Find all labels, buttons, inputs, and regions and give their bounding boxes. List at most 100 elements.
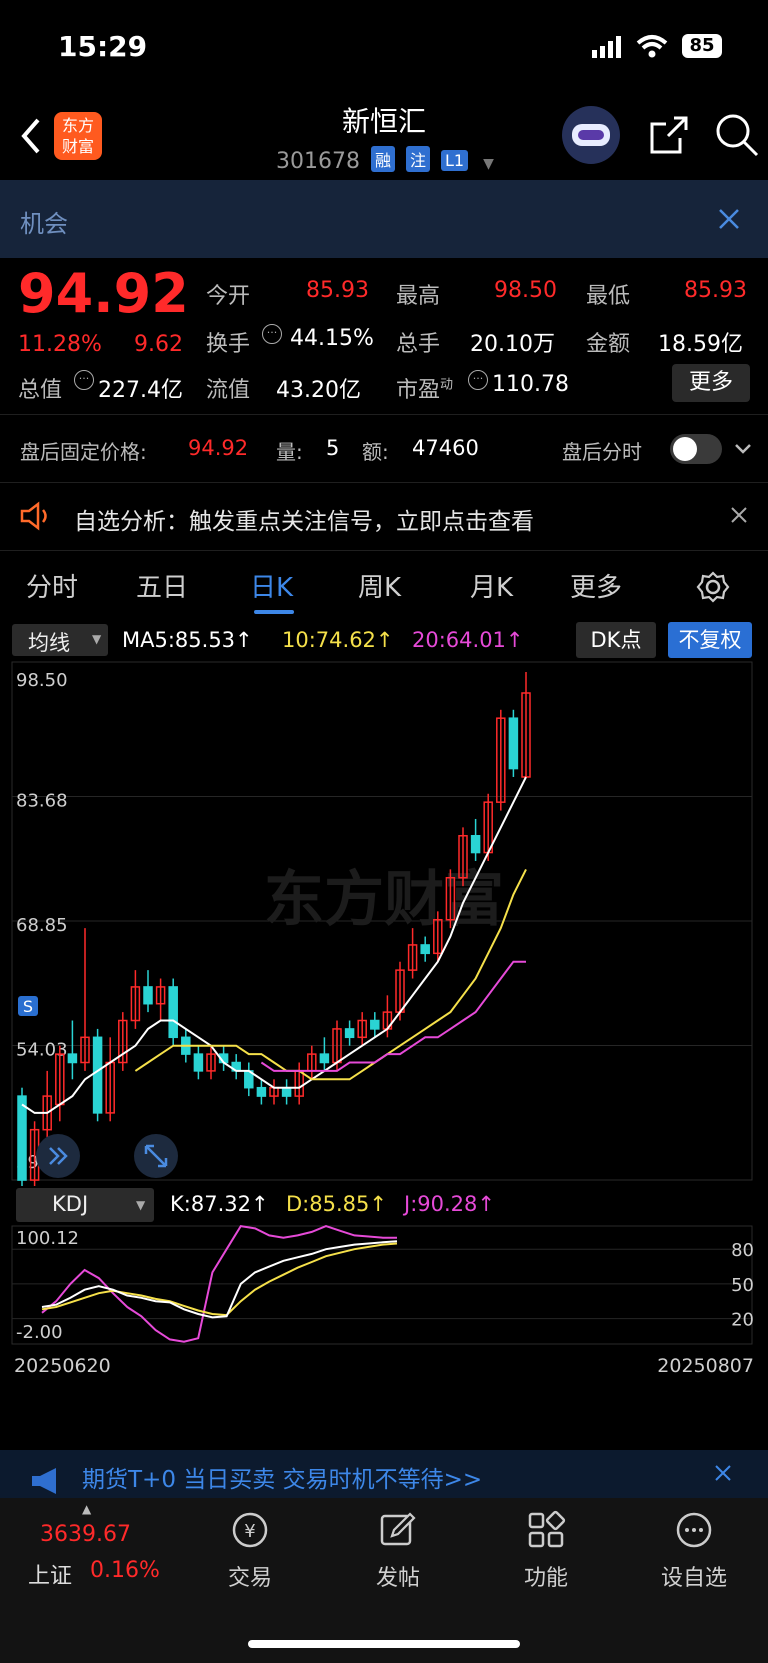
pe-sup: 动 xyxy=(440,377,454,393)
float-cap-value: 43.20亿 xyxy=(276,378,361,403)
tab-intraday[interactable]: 分时 xyxy=(26,567,78,604)
tab-more[interactable]: 更多 xyxy=(570,567,622,604)
nav-function-label: 功能 xyxy=(523,1566,568,1591)
stock-code: 301678 xyxy=(276,149,360,174)
gear-icon[interactable] xyxy=(696,570,730,604)
banner-text: 机会 xyxy=(20,210,68,238)
robot-assistant-icon[interactable] xyxy=(562,106,620,164)
more-button[interactable]: 更多 xyxy=(672,364,750,402)
share-icon[interactable] xyxy=(648,114,690,156)
info-icon[interactable]: ··· xyxy=(262,324,282,344)
tab-daily-k[interactable]: 日K xyxy=(250,567,293,604)
volume-label: 总手 xyxy=(396,332,441,357)
index-name: 上证 xyxy=(28,1564,73,1589)
tag-margin: 融 xyxy=(370,146,395,172)
kdj-k-label: K:87.32↑ xyxy=(170,1192,269,1216)
ma5-label: MA5:85.53↑ xyxy=(122,628,253,652)
price-tick-label: 68.85 xyxy=(16,915,68,936)
info-icon[interactable]: ··· xyxy=(468,370,488,390)
battery-level: 85 xyxy=(689,35,715,56)
kdj-selector-label: KDJ xyxy=(52,1192,89,1216)
pe-value: 110.78 xyxy=(492,372,569,397)
candle-body xyxy=(420,944,430,955)
after-hours-amt-label: 额: xyxy=(362,440,389,464)
function-icon xyxy=(528,1510,566,1548)
candle-body xyxy=(319,1053,330,1064)
volume-value: 20.10万 xyxy=(470,332,555,357)
nav-trade[interactable]: ¥ 交易 xyxy=(200,1510,300,1592)
nav-add-watchlist-label: 设自选 xyxy=(660,1566,727,1591)
nav-trade-label: 交易 xyxy=(227,1566,272,1591)
ma20-label: 20:64.01↑ xyxy=(412,628,524,652)
dropdown-icon[interactable]: ▼ xyxy=(483,156,494,172)
ma10-label: 10:74.62↑ xyxy=(282,628,394,652)
after-hours-toggle[interactable] xyxy=(670,434,722,464)
high-value: 98.50 xyxy=(494,278,557,303)
index-value[interactable]: 3639.67 xyxy=(40,1522,131,1547)
tag-level: L1 xyxy=(441,150,469,171)
nav-post[interactable]: 发帖 xyxy=(348,1510,448,1592)
opportunity-banner[interactable]: 机会 xyxy=(0,180,768,258)
search-icon[interactable] xyxy=(714,112,760,158)
nav-function[interactable]: 功能 xyxy=(496,1510,596,1592)
after-hours-label: 盘后固定价格: xyxy=(20,440,147,464)
more-icon xyxy=(676,1512,712,1548)
after-hours-price: 94.92 xyxy=(188,436,249,460)
price-tick-label: 83.68 xyxy=(16,790,68,811)
indicator-selector[interactable]: 均线 ▼ xyxy=(12,624,108,656)
amount-label: 金额 xyxy=(586,332,631,357)
battery-icon: 85 xyxy=(682,34,722,58)
kdj-selector[interactable]: KDJ ▼ xyxy=(16,1188,154,1222)
close-icon[interactable] xyxy=(718,208,740,230)
after-hours-vol: 5 xyxy=(326,436,340,460)
notice-text[interactable]: 自选分析：触发重点关注信号，立即点击查看 xyxy=(74,502,534,536)
candlestick-chart[interactable]: 98.5083.6868.8554.0339.20东方财富S xyxy=(0,660,768,1186)
price-tick-label: 98.50 xyxy=(16,670,68,691)
close-icon[interactable] xyxy=(714,1464,732,1482)
svg-text:¥: ¥ xyxy=(244,1521,255,1542)
kdj_d-line xyxy=(41,1242,398,1317)
nav-post-label: 发帖 xyxy=(375,1566,420,1591)
kdj-j-label: J:90.28↑ xyxy=(404,1192,495,1216)
stock-code-line[interactable]: 301678 融 注 L1 ▼ xyxy=(276,146,494,174)
ma20-line xyxy=(260,960,526,1072)
turnover-value: 44.15% xyxy=(290,326,374,351)
chevron-down-icon[interactable] xyxy=(734,442,752,456)
info-icon[interactable]: ··· xyxy=(74,370,94,390)
nav-add-watchlist[interactable]: 设自选 xyxy=(644,1510,744,1592)
kdj-chart[interactable]: 80 50 20 100.12 -2.00 20250620 20250807 xyxy=(0,1224,768,1410)
indicator-selector-label: 均线 xyxy=(28,631,70,655)
candle-body xyxy=(168,986,178,1039)
change-pct: 11.28% xyxy=(18,332,102,357)
tab-monthly-k[interactable]: 月K xyxy=(470,567,513,604)
start-date-label: 20250620 xyxy=(14,1355,111,1377)
candle-body xyxy=(344,1028,355,1039)
tab-five-day[interactable]: 五日 xyxy=(136,567,188,604)
candle-body xyxy=(256,1086,267,1097)
high-label: 最高 xyxy=(396,284,441,309)
adjust-button[interactable]: 不复权 xyxy=(668,622,752,658)
watermark: 东方财富 xyxy=(264,865,504,935)
after-hours-amt: 47460 xyxy=(412,436,479,460)
kdj-right-tick: 20 xyxy=(731,1310,754,1331)
close-icon[interactable] xyxy=(730,506,748,524)
dk-point-button[interactable]: DK点 xyxy=(576,622,656,658)
home-indicator xyxy=(248,1640,520,1648)
tab-weekly-k[interactable]: 周K xyxy=(358,567,401,604)
kdj-bottom-tick: -2.00 xyxy=(16,1322,63,1343)
wifi-icon xyxy=(636,35,668,58)
trade-icon: ¥ xyxy=(232,1512,268,1548)
s-marker-label: S xyxy=(23,997,33,1016)
amount-value: 18.59亿 xyxy=(658,332,743,357)
turnover-label: 换手 xyxy=(206,332,251,357)
float-cap-label: 流值 xyxy=(206,378,251,403)
kdj-right-tick: 80 xyxy=(731,1240,754,1261)
pe-label: 市盈动 xyxy=(396,377,454,403)
megaphone-icon xyxy=(32,1468,56,1494)
active-tab-indicator xyxy=(254,610,294,614)
signal-icon xyxy=(592,36,621,58)
index-pct: 0.16% xyxy=(90,1558,160,1583)
market-cap-label: 总值 xyxy=(18,378,63,403)
open-value: 85.93 xyxy=(306,278,369,303)
bottom-banner[interactable]: 期货T+0 当日买卖 交易时机不等待>> xyxy=(0,1450,768,1498)
